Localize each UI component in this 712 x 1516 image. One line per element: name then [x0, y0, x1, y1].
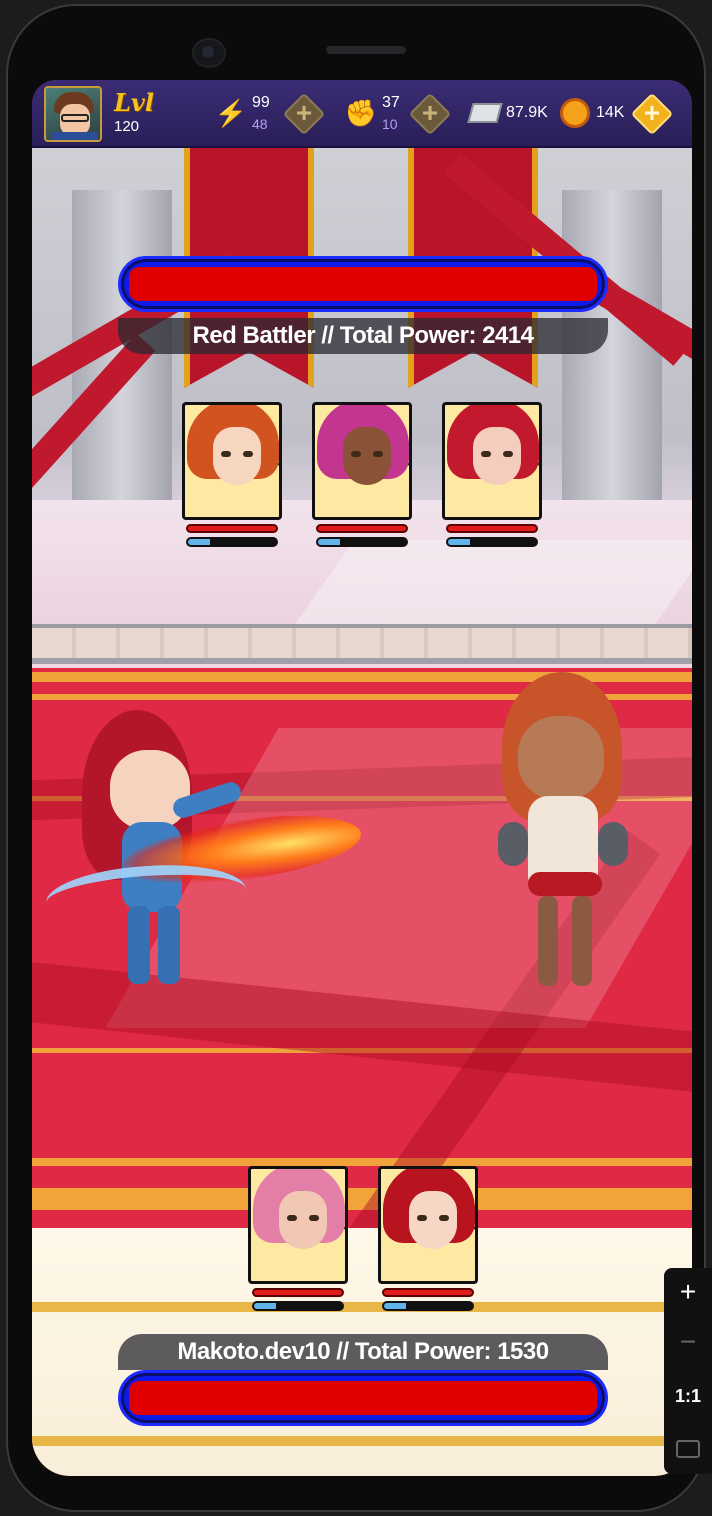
- phone-frame: Red Battler // Total Power: 2414 Makoto.…: [6, 4, 706, 1512]
- enemy-card-2-mana: [316, 537, 408, 547]
- mosaic-border: [32, 624, 692, 664]
- resource-bar: Lvl 120 ⚡ 99 48 + ✊ 37 10 + 87.9K 14K +: [32, 80, 692, 148]
- player-team-health-bar: [118, 1370, 608, 1426]
- energy-resource: ⚡ 99 48: [214, 92, 284, 136]
- money-resource: 87.9K: [467, 92, 558, 136]
- fight-sub-value: 10: [382, 116, 398, 132]
- enemy-card-2-health: [316, 524, 408, 533]
- money-value: 87.9K: [506, 104, 548, 121]
- enemy-team-label: Red Battler // Total Power: 2414: [118, 318, 608, 354]
- fit-screen-icon[interactable]: [676, 1440, 700, 1458]
- player-card-1[interactable]: [248, 1166, 348, 1312]
- enemy-card-1-mana: [186, 537, 278, 547]
- zoom-panel: + − 1:1: [664, 1268, 712, 1474]
- player-card-2-mana: [382, 1301, 474, 1311]
- energy-value: 99: [252, 94, 270, 111]
- player-card-2-health: [382, 1288, 474, 1297]
- player-team-label: Makoto.dev10 // Total Power: 1530: [118, 1334, 608, 1370]
- level-icon: Lvl: [114, 88, 154, 117]
- enemy-card-2[interactable]: [312, 402, 412, 548]
- add-fight-button[interactable]: +: [408, 92, 452, 136]
- enemy-card-1-health: [186, 524, 278, 533]
- enemy-card-1[interactable]: [182, 402, 282, 548]
- player-team-health-fill: [129, 1381, 597, 1415]
- zoom-in-button[interactable]: +: [664, 1276, 712, 1308]
- zoom-ratio-button[interactable]: 1:1: [664, 1386, 712, 1407]
- enemy-card-3-mana: [446, 537, 538, 547]
- add-coins-button[interactable]: +: [630, 92, 674, 136]
- cash-stack-icon: [467, 96, 503, 130]
- fight-value: 37: [382, 94, 400, 111]
- enemy-fighter-orange-hair: [488, 672, 658, 992]
- fist-icon: ✊: [344, 97, 378, 128]
- lightning-icon: ⚡: [214, 97, 248, 128]
- enemy-team-health-fill: [129, 267, 597, 301]
- coins-value: 14K: [596, 104, 625, 121]
- game-screen: Red Battler // Total Power: 2414 Makoto.…: [32, 80, 692, 1476]
- coins-resource: 14K: [558, 92, 628, 136]
- player-level: 120: [114, 118, 140, 135]
- enemy-card-3[interactable]: [442, 402, 542, 548]
- enemy-card-3-health: [446, 524, 538, 533]
- pillar-right: [562, 190, 662, 530]
- zoom-out-button[interactable]: −: [664, 1326, 712, 1358]
- fight-resource: ✊ 37 10: [344, 92, 414, 136]
- player-card-1-health: [252, 1288, 344, 1297]
- speaker-grille: [326, 46, 406, 54]
- player-avatar[interactable]: [44, 86, 102, 142]
- player-card-1-mana: [252, 1301, 344, 1311]
- enemy-team-health-bar: [118, 256, 608, 312]
- add-energy-button[interactable]: +: [282, 92, 326, 136]
- coin-stack-icon: [558, 96, 592, 130]
- camera-icon: [192, 38, 226, 68]
- player-card-2[interactable]: [378, 1166, 478, 1312]
- energy-sub-value: 48: [252, 116, 268, 132]
